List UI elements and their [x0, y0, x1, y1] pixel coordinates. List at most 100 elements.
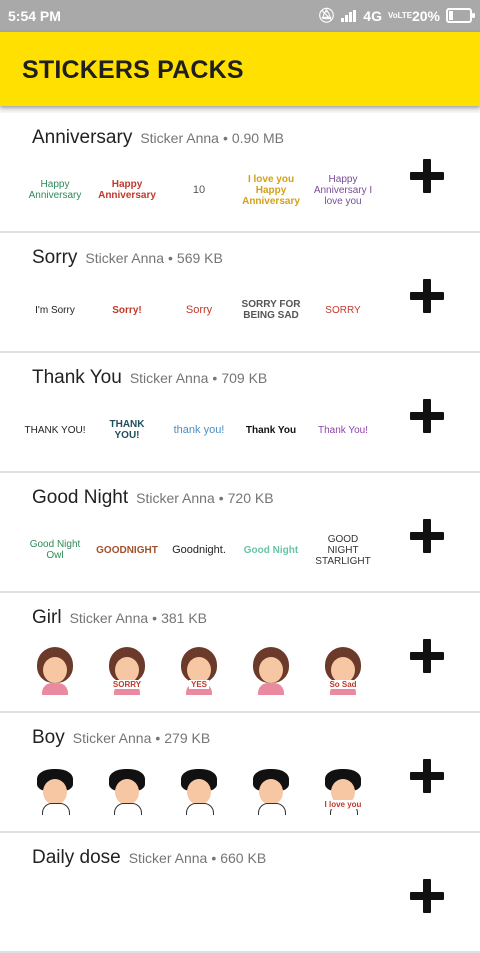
sticker-thumbnail: Happy Anniversary	[24, 165, 86, 215]
pack-size: 279 KB	[164, 730, 211, 746]
sticker-pack-6[interactable]: Daily dose Sticker Anna • 660 KB	[0, 833, 480, 953]
sticker-caption: SORRY FOR BEING SAD	[241, 299, 301, 321]
pack-header: Daily dose Sticker Anna • 660 KB	[32, 847, 266, 869]
pack-name: Daily dose	[32, 847, 121, 868]
sticker-caption: Happy Anniversary I love you	[313, 173, 373, 207]
sticker-thumbnail: So Sad	[312, 645, 374, 695]
add-pack-button[interactable]	[410, 159, 444, 193]
sticker-preview-row: SORRY YES So Sad	[24, 645, 374, 695]
pack-name: Sorry	[32, 247, 78, 268]
sticker-thumbnail: Happy Anniversary	[96, 165, 158, 215]
network-type: 4G	[363, 7, 382, 24]
battery-percent: 20%	[411, 7, 440, 24]
sticker-thumbnail	[96, 765, 158, 815]
pack-name: Thank You	[32, 367, 122, 388]
sticker-thumbnail	[168, 765, 230, 815]
sticker-thumbnail: 10	[168, 165, 230, 215]
separator-dot: •	[155, 730, 161, 746]
sticker-thumbnail: Sorry!	[96, 285, 158, 335]
pack-author: Sticker Anna	[128, 850, 208, 866]
sticker-preview-row: I'm Sorry Sorry! Sorry SORRY FOR BEING SAD S…	[24, 285, 374, 335]
add-pack-button[interactable]	[410, 639, 444, 673]
sticker-caption: Thank You	[245, 424, 297, 436]
page-title: STICKERS PACKS	[22, 56, 244, 84]
pack-size: 0.90 MB	[231, 130, 284, 146]
separator-dot: •	[152, 610, 158, 626]
add-pack-button[interactable]	[410, 759, 444, 793]
sticker-thumbnail: THANK YOU!	[96, 405, 158, 455]
sticker-thumbnail: I love you	[312, 765, 374, 815]
battery-icon	[446, 8, 475, 23]
pack-author: Sticker Anna	[140, 130, 219, 146]
sticker-thumbnail: Thank You!	[312, 405, 374, 455]
pack-header: Good Night Sticker Anna • 720 KB	[32, 487, 274, 509]
sticker-thumbnail: GOOD NIGHT STARLIGHT	[312, 525, 374, 575]
pack-size: 720 KB	[227, 490, 274, 506]
pack-size: 569 KB	[176, 250, 223, 266]
signal-icon	[341, 9, 357, 22]
sticker-caption: Sorry	[185, 304, 213, 316]
add-pack-button[interactable]	[410, 279, 444, 313]
pack-header: Sorry Sticker Anna • 569 KB	[32, 247, 223, 269]
sticker-caption: GOODNIGHT	[96, 544, 158, 556]
sticker-pack-2[interactable]: Thank You Sticker Anna • 709 KB THANK YOU! TH…	[0, 353, 480, 473]
pack-size: 709 KB	[221, 370, 268, 386]
sticker-preview-row: I love you	[24, 765, 374, 815]
sticker-preview-row: THANK YOU! THANK YOU! thank you! Thank You T…	[24, 405, 374, 455]
sticker-thumbnail: Sorry	[168, 285, 230, 335]
sticker-caption: YES	[188, 679, 209, 689]
sticker-thumbnail	[240, 765, 302, 815]
sticker-caption: I'm Sorry	[35, 304, 75, 316]
separator-dot: •	[212, 370, 218, 386]
pack-name: Anniversary	[32, 127, 133, 148]
separator-dot: •	[222, 130, 228, 146]
sticker-pack-0[interactable]: Anniversary Sticker Anna • 0.90 MB Happy Ann…	[0, 113, 480, 233]
sticker-caption: GOOD NIGHT STARLIGHT	[315, 533, 371, 567]
sticker-caption: Happy Anniversary	[28, 179, 82, 201]
pack-header: Girl Sticker Anna • 381 KB	[32, 607, 207, 629]
status-time: 5:54 PM	[8, 8, 61, 24]
volte-label: VoLTE	[387, 10, 413, 20]
sticker-caption: Goodnight.	[172, 544, 226, 556]
status-icons: 🔕︎ 4G VoLTE 20%	[317, 7, 475, 24]
boy-sticker-icon	[105, 765, 149, 815]
sticker-thumbnail	[24, 645, 86, 695]
sticker-caption: I love you Happy Anniversary	[242, 173, 300, 207]
sticker-thumbnail	[240, 645, 302, 695]
app-bar: STICKERS PACKS	[0, 32, 480, 106]
sticker-caption: Good Night	[243, 544, 299, 556]
sticker-pack-3[interactable]: Good Night Sticker Anna • 720 KB Good Night …	[0, 473, 480, 593]
pack-size: 660 KB	[220, 850, 267, 866]
sticker-caption: SORRY	[110, 679, 144, 689]
boy-sticker-icon	[249, 765, 293, 815]
pack-header: Boy Sticker Anna • 279 KB	[32, 727, 210, 749]
sticker-pack-1[interactable]: Sorry Sticker Anna • 569 KB I'm Sorry Sorry! S…	[0, 233, 480, 353]
sticker-pack-5[interactable]: Boy Sticker Anna • 279 KB I love you	[0, 713, 480, 833]
pack-name: Girl	[32, 607, 62, 628]
sticker-pack-list[interactable]: Anniversary Sticker Anna • 0.90 MB Happy Ann…	[0, 113, 480, 953]
add-pack-button[interactable]	[410, 879, 444, 913]
pack-name: Boy	[32, 727, 65, 748]
add-pack-button[interactable]	[410, 519, 444, 553]
sticker-caption: Good Night Owl	[29, 539, 81, 561]
sticker-thumbnail: SORRY FOR BEING SAD	[240, 285, 302, 335]
pack-header: Anniversary Sticker Anna • 0.90 MB	[32, 127, 284, 149]
sticker-thumbnail: Thank You	[240, 405, 302, 455]
separator-dot: •	[168, 250, 173, 266]
pack-name: Good Night	[32, 487, 129, 508]
sticker-thumbnail: SORRY	[96, 645, 158, 695]
girl-sticker-icon	[249, 645, 293, 695]
status-bar: 5:54 PM 🔕︎ 4G VoLTE 20%	[0, 0, 480, 32]
sticker-pack-4[interactable]: Girl Sticker Anna • 381 KB SORRY YES So Sad	[0, 593, 480, 713]
pack-author: Sticker Anna	[129, 370, 209, 386]
mute-icon: 🔕︎	[317, 7, 336, 23]
sticker-caption: Thank You!	[317, 424, 369, 436]
pack-size: 381 KB	[161, 610, 208, 626]
sticker-caption: 10	[192, 184, 206, 196]
sticker-thumbnail: YES	[168, 645, 230, 695]
sticker-caption: thank you!	[173, 424, 225, 436]
sticker-preview-row: Good Night Owl GOODNIGHT Goodnight. Good Ni…	[24, 525, 374, 575]
sticker-thumbnail: Good Night	[240, 525, 302, 575]
add-pack-button[interactable]	[410, 399, 444, 433]
pack-author: Sticker Anna	[72, 730, 152, 746]
